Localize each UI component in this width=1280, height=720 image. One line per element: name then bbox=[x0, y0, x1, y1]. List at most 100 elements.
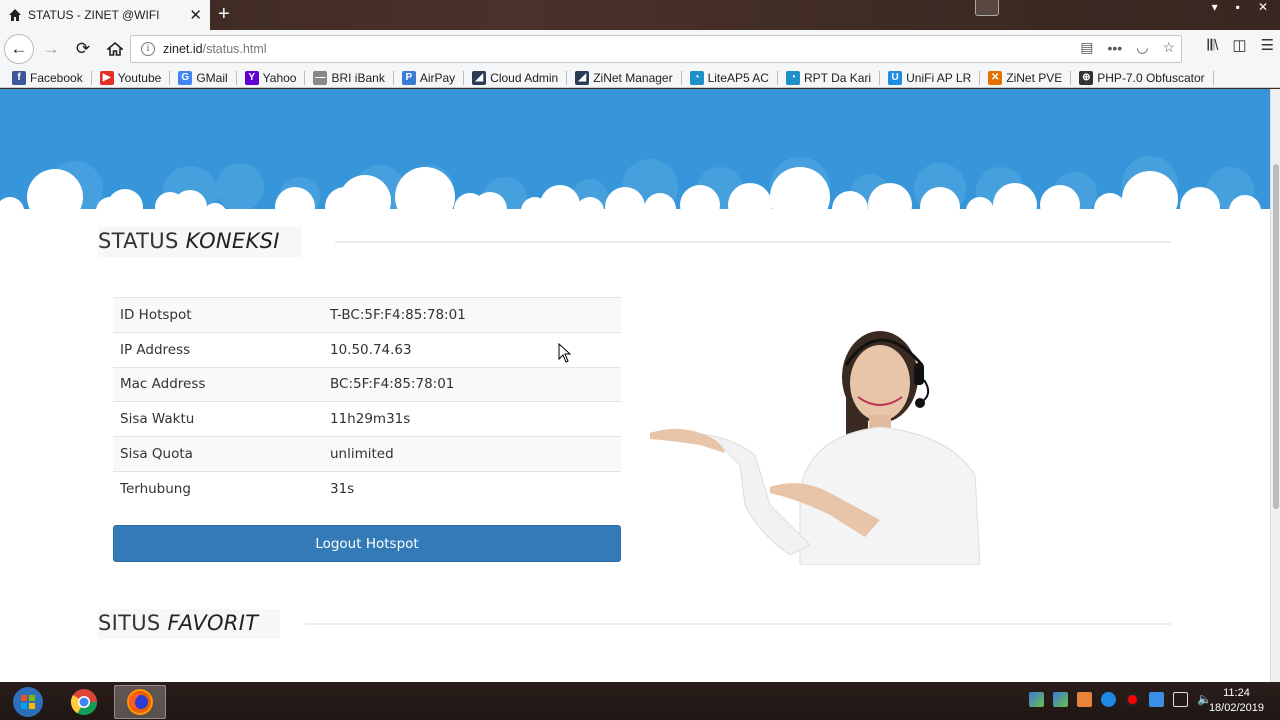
status-row: Sisa Waktu 11h29m31s bbox=[113, 401, 621, 437]
bookmark-label: Cloud Admin bbox=[490, 70, 559, 85]
clock-time: 11:24 bbox=[1223, 687, 1250, 699]
bookmark-item[interactable]: G GMail bbox=[170, 70, 237, 85]
status-value: 31s bbox=[330, 481, 355, 498]
windows-taskbar: 🔈 11:24 18/02/2019 bbox=[0, 682, 1280, 720]
heading-emphasis: KONEKSI bbox=[185, 229, 280, 253]
url-bar[interactable]: i zinet.id/status.html ▤ ••• ◡ ☆ bbox=[130, 35, 1182, 63]
network-icon[interactable] bbox=[1173, 692, 1188, 707]
windows-logo-icon bbox=[13, 687, 43, 717]
tab-title: STATUS - ZINET @WIFI bbox=[28, 8, 160, 22]
page-actions-icon[interactable]: ••• bbox=[1108, 40, 1123, 56]
airpay-icon: P bbox=[401, 70, 416, 85]
bookmark-item[interactable]: P AirPay bbox=[394, 70, 465, 85]
status-label: IP Address bbox=[120, 341, 191, 358]
mouse-cursor-icon bbox=[558, 343, 572, 363]
restore-icon[interactable]: ▪ bbox=[1236, 0, 1240, 14]
bookmark-label: AirPay bbox=[419, 70, 456, 85]
bookmark-label: GMail bbox=[196, 70, 228, 85]
network-share-icon[interactable] bbox=[1029, 692, 1044, 707]
rss-icon: ◔ bbox=[785, 70, 800, 85]
close-window-icon[interactable]: ✕ bbox=[1258, 0, 1268, 14]
bookmark-item[interactable]: ◔ RPT Da Kari bbox=[778, 70, 881, 85]
reader-view-icon[interactable]: ▤ bbox=[1080, 39, 1093, 56]
bookmark-label: LiteAP5 AC bbox=[707, 70, 769, 85]
status-label: Sisa Waktu bbox=[120, 411, 195, 428]
bri-icon: — bbox=[313, 70, 328, 85]
scrollbar-thumb[interactable] bbox=[1273, 164, 1279, 509]
bookmark-item[interactable]: ▶ Youtube bbox=[92, 70, 171, 85]
status-row: Mac Address BC:5F:F4:85:78:01 bbox=[113, 367, 621, 402]
heading-divider bbox=[335, 241, 1171, 243]
record-icon[interactable] bbox=[1125, 692, 1140, 707]
bookmarks-toolbar: f Facebook ▶ Youtube G GMail Y Yahoo — BRI iBank P… bbox=[0, 68, 1280, 88]
youtube-icon: ▶ bbox=[99, 70, 114, 85]
page-content: STATUS KONEKSI ID Hotspot T-BC:5F:F4:85:7… bbox=[0, 89, 1270, 682]
chrome-taskbar-button[interactable] bbox=[58, 685, 110, 719]
reload-button[interactable]: ⟳ bbox=[68, 34, 98, 64]
network-share-icon[interactable] bbox=[1053, 692, 1068, 707]
close-tab-icon[interactable]: ✕ bbox=[189, 6, 202, 24]
system-clock[interactable]: 11:24 18/02/2019 bbox=[1209, 686, 1264, 716]
bookmark-item[interactable]: U UniFi AP LR bbox=[880, 70, 981, 85]
proxmox-icon: ✕ bbox=[988, 70, 1003, 85]
firefox-taskbar-button[interactable] bbox=[114, 685, 166, 719]
status-label: Terhubung bbox=[120, 481, 191, 498]
xampp-icon[interactable] bbox=[1077, 692, 1092, 707]
status-row: ID Hotspot T-BC:5F:F4:85:78:01 bbox=[113, 297, 621, 333]
bookmark-label: ZiNet Manager bbox=[593, 70, 673, 85]
bookmark-item[interactable]: f Facebook bbox=[10, 70, 92, 85]
site-info-icon[interactable]: i bbox=[141, 42, 155, 56]
bookmark-item[interactable]: Y Yahoo bbox=[237, 70, 306, 85]
status-value: BC:5F:F4:85:78:01 bbox=[330, 376, 455, 393]
minimize-icon[interactable]: ▾ bbox=[1212, 0, 1218, 14]
screen-share-icon[interactable] bbox=[975, 0, 999, 16]
bookmark-label: Yahoo bbox=[262, 70, 297, 85]
bookmark-star-icon[interactable]: ☆ bbox=[1162, 39, 1175, 56]
status-row: IP Address 10.50.74.63 bbox=[113, 332, 621, 367]
status-value: unlimited bbox=[330, 446, 394, 463]
bookmark-item[interactable]: ◢ ZiNet Manager bbox=[567, 70, 682, 85]
mikrotik-icon: ◢ bbox=[472, 70, 487, 85]
bookmark-item[interactable]: — BRI iBank bbox=[305, 70, 394, 85]
status-table: ID Hotspot T-BC:5F:F4:85:78:01 IP Address 1… bbox=[113, 297, 621, 506]
situs-favorit-heading: SITUS FAVORIT bbox=[98, 609, 281, 639]
home-button[interactable] bbox=[100, 34, 130, 64]
teamviewer-icon[interactable] bbox=[1101, 692, 1116, 707]
home-tab-icon bbox=[8, 8, 22, 22]
start-button[interactable] bbox=[2, 685, 54, 719]
status-row: Terhubung 31s bbox=[113, 471, 621, 506]
rss-icon: ◔ bbox=[689, 70, 704, 85]
google-icon: G bbox=[178, 70, 193, 85]
bookmark-item[interactable]: ◔ LiteAP5 AC bbox=[682, 70, 778, 85]
back-button[interactable]: ← bbox=[4, 34, 34, 64]
tab-status[interactable]: STATUS - ZINET @WIFI ✕ bbox=[0, 0, 210, 30]
pocket-icon[interactable]: ◡ bbox=[1136, 39, 1148, 56]
status-value: 11h29m31s bbox=[330, 411, 411, 428]
bookmark-item[interactable]: ◢ Cloud Admin bbox=[464, 70, 568, 85]
unifi-icon: U bbox=[888, 70, 903, 85]
firefox-icon bbox=[127, 689, 153, 715]
bookmark-label: Facebook bbox=[30, 70, 83, 85]
bookmark-label: UniFi AP LR bbox=[906, 70, 972, 85]
library-icon[interactable]: 𝄃𝄃\ bbox=[1207, 37, 1218, 54]
forward-button[interactable]: → bbox=[36, 34, 66, 64]
yahoo-icon: Y bbox=[244, 70, 259, 85]
customer-service-agent-image bbox=[650, 331, 980, 565]
heading-emphasis: FAVORIT bbox=[167, 611, 259, 635]
home-icon bbox=[107, 41, 123, 56]
heading-word: SITUS bbox=[98, 611, 161, 635]
bookmark-item[interactable]: ✕ ZiNet PVE bbox=[980, 70, 1072, 85]
clouds-decoration bbox=[0, 156, 1270, 239]
system-tray: 🔈 bbox=[1029, 692, 1212, 707]
display-icon[interactable] bbox=[1149, 692, 1164, 707]
status-value: 10.50.74.63 bbox=[330, 341, 412, 358]
sidebar-icon[interactable]: ◫ bbox=[1232, 36, 1246, 54]
bookmark-label: ZiNet PVE bbox=[1006, 70, 1063, 85]
bookmark-item[interactable]: ⊕ PHP-7.0 Obfuscator bbox=[1071, 70, 1214, 85]
heading-divider bbox=[305, 623, 1171, 625]
logout-hotspot-button[interactable]: Logout Hotspot bbox=[113, 525, 621, 562]
new-tab-button[interactable]: + bbox=[218, 3, 230, 25]
heading-word: STATUS bbox=[98, 229, 179, 253]
page-scrollbar[interactable] bbox=[1270, 89, 1280, 682]
menu-icon[interactable]: ☰ bbox=[1261, 36, 1274, 54]
